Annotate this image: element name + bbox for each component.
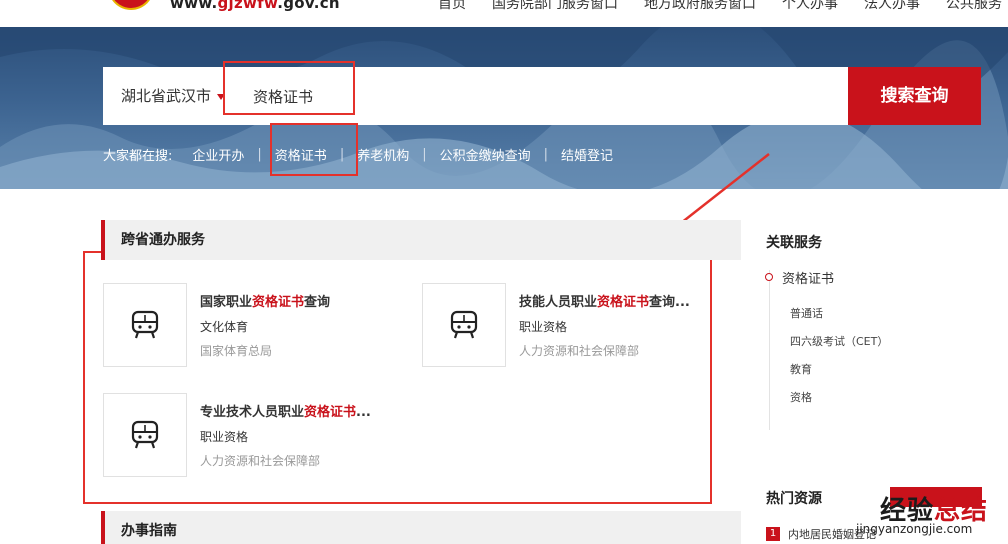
title-text: 专业技术人员职业 xyxy=(200,405,305,420)
service-card-category: 职业资格 xyxy=(200,430,249,444)
search-box: 湖北省武汉市 xyxy=(103,67,848,125)
service-card-category: 职业资格 xyxy=(519,320,568,334)
caret-down-icon[interactable] xyxy=(217,93,226,100)
related-tag[interactable]: 四六级考试（CET） xyxy=(790,333,888,349)
watermark-url: jingyanzongjie.com xyxy=(856,522,973,536)
related-services-title: 关联服务 xyxy=(766,235,822,251)
popular-search-item[interactable]: 企业开办 xyxy=(192,145,244,164)
nav-legal-person[interactable]: 法人办事 xyxy=(864,0,920,13)
bus-icon xyxy=(422,283,506,367)
search-banner: 湖北省武汉市 搜索查询 大家都在搜: 企业开办 | 资格证书 | 养老机构 | … xyxy=(0,27,1008,189)
popular-search-item[interactable]: 资格证书 xyxy=(275,145,327,164)
section-title: 办事指南 xyxy=(121,523,177,539)
popular-search-item[interactable]: 结婚登记 xyxy=(561,145,613,164)
nav-state-council[interactable]: 国务院部门服务窗口 xyxy=(492,0,618,13)
related-tag[interactable]: 资格 xyxy=(790,389,812,405)
title-text: 国家职业 xyxy=(200,295,253,310)
national-emblem-logo[interactable] xyxy=(108,0,154,10)
service-card[interactable]: 国家职业资格证书查询 文化体育 国家体育总局 xyxy=(103,283,403,367)
service-card-title[interactable]: 国家职业资格证书查询 xyxy=(200,291,330,310)
nav-public[interactable]: 公共服务 xyxy=(946,0,1002,13)
nav-local-gov[interactable]: 地方政府服务窗口 xyxy=(644,0,756,13)
hot-resources-title: 热门资源 xyxy=(766,491,822,507)
service-card[interactable]: 技能人员职业资格证书查询... 职业资格 人力资源和社会保障部 xyxy=(422,283,722,367)
bus-icon xyxy=(103,283,187,367)
site-url-domain: gjzwfw xyxy=(217,0,278,12)
search-button[interactable]: 搜索查询 xyxy=(848,67,981,125)
site-url[interactable]: www.gjzwfw.gov.cn xyxy=(170,0,340,12)
region-selector[interactable]: 湖北省武汉市 xyxy=(121,67,226,125)
separator: | xyxy=(339,147,345,162)
bus-icon xyxy=(103,393,187,477)
separator: | xyxy=(543,147,549,162)
title-highlight: 资格证书 xyxy=(597,295,650,310)
timeline-line xyxy=(769,270,770,430)
rank-badge: 1 xyxy=(766,527,780,541)
search-input[interactable] xyxy=(253,67,833,125)
section-title: 跨省通办服务 xyxy=(121,232,205,248)
separator: | xyxy=(257,147,262,162)
popular-search-item[interactable]: 公积金缴纳查询 xyxy=(440,145,531,164)
section-header-guide: 办事指南 xyxy=(101,511,741,544)
popular-searches-label: 大家都在搜: xyxy=(103,149,173,164)
service-card-title[interactable]: 技能人员职业资格证书查询... xyxy=(519,291,690,310)
service-card-department: 国家体育总局 xyxy=(200,344,273,358)
timeline-dot-icon xyxy=(765,273,773,281)
title-text: 查询... xyxy=(649,295,690,310)
top-nav: 首页 国务院部门服务窗口 地方政府服务窗口 个人办事 法人办事 公共服务 xyxy=(438,0,1002,13)
service-card[interactable]: 专业技术人员职业资格证书... 职业资格 人力资源和社会保障部 xyxy=(103,393,403,477)
service-card-category: 文化体育 xyxy=(200,320,249,334)
section-header-cross-province: 跨省通办服务 xyxy=(101,220,741,260)
title-text: ... xyxy=(356,405,371,420)
site-header: www.gjzwfw.gov.cn 首页 国务院部门服务窗口 地方政府服务窗口 … xyxy=(0,0,1008,27)
title-highlight: 资格证书 xyxy=(252,295,305,310)
title-text: 技能人员职业 xyxy=(519,295,598,310)
related-tag[interactable]: 普通话 xyxy=(790,305,823,321)
popular-search-item[interactable]: 养老机构 xyxy=(357,145,409,164)
popular-searches: 大家都在搜: 企业开办 | 资格证书 | 养老机构 | 公积金缴纳查询 | 结婚… xyxy=(103,145,613,164)
service-card-department: 人力资源和社会保障部 xyxy=(519,344,640,358)
site-url-prefix: www. xyxy=(170,0,218,12)
site-url-suffix: .gov.cn xyxy=(277,0,340,12)
service-card-department: 人力资源和社会保障部 xyxy=(200,454,321,468)
nav-personal[interactable]: 个人办事 xyxy=(782,0,838,13)
service-card-title[interactable]: 专业技术人员职业资格证书... xyxy=(200,401,371,420)
related-service-main[interactable]: 资格证书 xyxy=(782,268,834,287)
related-tag[interactable]: 教育 xyxy=(790,361,812,377)
nav-home[interactable]: 首页 xyxy=(438,0,466,13)
title-text: 查询 xyxy=(304,295,331,310)
page: www.gjzwfw.gov.cn 首页 国务院部门服务窗口 地方政府服务窗口 … xyxy=(0,0,1008,544)
title-highlight: 资格证书 xyxy=(304,405,357,420)
separator: | xyxy=(422,147,427,162)
region-label: 湖北省武汉市 xyxy=(121,87,212,105)
